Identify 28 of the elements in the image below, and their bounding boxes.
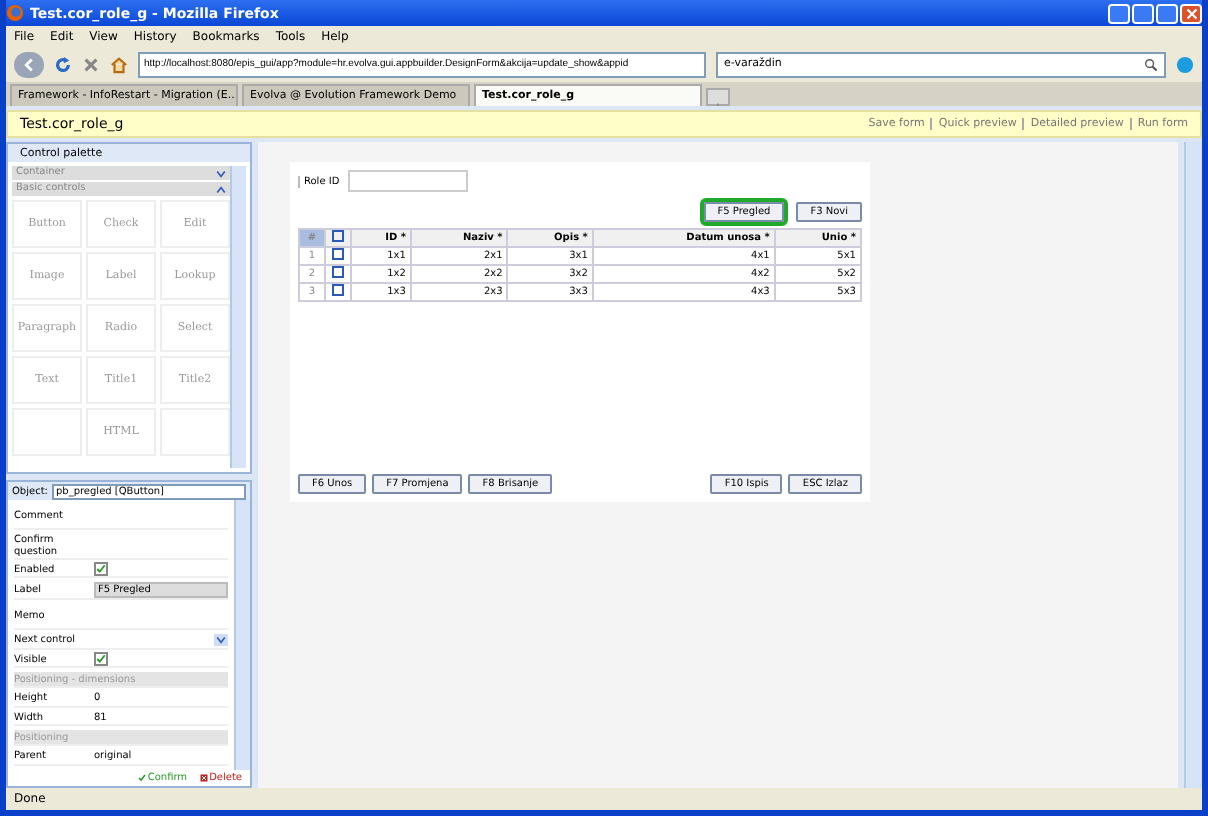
checkbox[interactable] (94, 562, 108, 577)
back-button[interactable] (14, 51, 44, 77)
minimize-button[interactable] (1132, 3, 1154, 23)
scrollbar[interactable] (234, 500, 250, 770)
home-icon[interactable] (110, 55, 128, 73)
dropdown-button[interactable] (214, 634, 228, 647)
restore-button[interactable] (1108, 3, 1130, 23)
maximize-button[interactable] (1156, 3, 1178, 23)
reload-icon[interactable] (54, 55, 72, 73)
scrollbar[interactable] (230, 166, 246, 468)
browser-logo-icon (6, 4, 24, 22)
search-icon (1144, 57, 1158, 71)
page-scrollbar[interactable] (1184, 142, 1202, 788)
stop-icon[interactable] (82, 55, 100, 73)
chevron-down-icon (216, 169, 226, 177)
checkbox[interactable] (332, 248, 344, 260)
chevron-down-icon (216, 636, 226, 645)
checkbox[interactable] (332, 230, 344, 242)
close-icon (1185, 7, 1197, 19)
checkbox[interactable] (332, 284, 344, 296)
check-icon (137, 774, 146, 782)
checkbox[interactable] (94, 652, 108, 667)
close-button[interactable] (1180, 3, 1202, 23)
role-id-input[interactable] (347, 170, 468, 192)
empty-palette-tile (160, 408, 230, 456)
delete-icon (199, 774, 208, 782)
checkbox[interactable] (332, 266, 344, 278)
chevron-up-icon (216, 185, 226, 193)
